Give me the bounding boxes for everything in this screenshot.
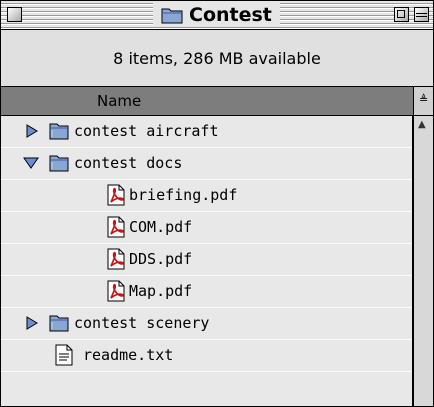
list-item[interactable]: contest scenery bbox=[1, 308, 412, 340]
scroll-up-button[interactable]: ▲ bbox=[414, 116, 433, 136]
file-list: contest aircraft contest docs briefing.pdf… bbox=[1, 116, 413, 406]
scroll-up-arrow-icon: ▲ bbox=[418, 119, 426, 130]
list-item-label: briefing.pdf bbox=[129, 186, 238, 204]
finder-window: Contest 8 items, 286 MB available Name ≜… bbox=[0, 0, 434, 407]
info-bar: 8 items, 286 MB available bbox=[1, 30, 433, 87]
disclosure-triangle-expanded-icon[interactable] bbox=[23, 156, 39, 170]
pdf-document-icon bbox=[107, 248, 125, 270]
list-item-label: contest aircraft bbox=[74, 122, 219, 140]
title-label: Contest bbox=[153, 2, 280, 27]
pdf-document-icon bbox=[107, 184, 125, 206]
folder-icon bbox=[49, 315, 69, 332]
list-item-label: readme.txt bbox=[83, 346, 174, 364]
name-column-label: Name bbox=[97, 92, 142, 110]
text-document-icon bbox=[55, 344, 73, 366]
folder-icon bbox=[49, 155, 69, 172]
vertical-scrollbar[interactable]: ▲ bbox=[413, 116, 433, 406]
list-item[interactable]: readme.txt bbox=[1, 340, 412, 372]
disclosure-triangle-collapsed-icon[interactable] bbox=[25, 124, 41, 138]
list-item-label: Map.pdf bbox=[129, 282, 193, 300]
list-item[interactable]: contest aircraft bbox=[1, 116, 412, 148]
list-item-label: contest docs bbox=[74, 154, 183, 172]
zoom-box-button[interactable] bbox=[394, 7, 409, 22]
name-column-header[interactable]: Name bbox=[1, 87, 413, 116]
pdf-document-icon bbox=[107, 216, 125, 238]
list-item[interactable]: contest docs bbox=[1, 148, 412, 180]
folder-icon bbox=[49, 123, 69, 140]
list-item[interactable]: Map.pdf bbox=[1, 276, 412, 308]
title-bar[interactable]: Contest bbox=[1, 1, 433, 30]
list-item-label: contest scenery bbox=[74, 314, 210, 332]
list-item-label: DDS.pdf bbox=[129, 250, 193, 268]
collapse-box-button[interactable] bbox=[414, 7, 429, 22]
folder-icon bbox=[161, 8, 183, 23]
disclosure-triangle-collapsed-icon[interactable] bbox=[25, 316, 41, 330]
list-item[interactable]: COM.pdf bbox=[1, 212, 412, 244]
list-item[interactable]: briefing.pdf bbox=[1, 180, 412, 212]
window-title: Contest bbox=[189, 3, 272, 26]
sort-direction-button[interactable]: ≜ bbox=[413, 87, 433, 116]
items-available-text: 8 items, 286 MB available bbox=[113, 48, 321, 68]
list-item-label: COM.pdf bbox=[129, 218, 193, 236]
close-box-button[interactable] bbox=[7, 7, 22, 22]
pdf-document-icon bbox=[107, 280, 125, 302]
list-item[interactable]: DDS.pdf bbox=[1, 244, 412, 276]
sort-icon: ≜ bbox=[419, 93, 429, 106]
